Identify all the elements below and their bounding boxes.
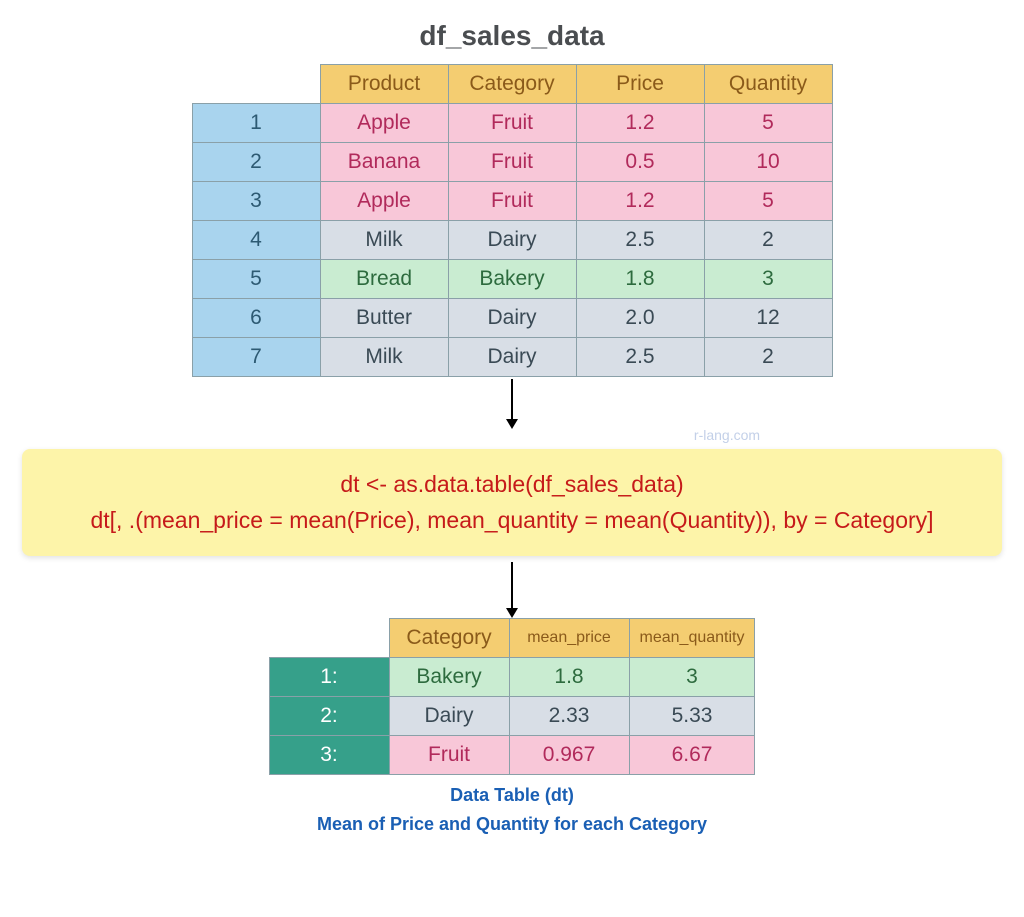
corner-blank	[192, 65, 320, 104]
cell: 2	[704, 221, 832, 260]
cell: 5	[704, 182, 832, 221]
cell: Milk	[320, 221, 448, 260]
arrow-down-icon	[502, 379, 522, 429]
cell: Dairy	[389, 697, 509, 736]
col-header: Quantity	[704, 65, 832, 104]
code-line: dt[, .(mean_price = mean(Price), mean_qu…	[42, 503, 982, 539]
cell: Fruit	[448, 104, 576, 143]
cell: 0.5	[576, 143, 704, 182]
row-index: 1	[192, 104, 320, 143]
cell: Apple	[320, 182, 448, 221]
row-index: 1:	[269, 658, 389, 697]
cell: Dairy	[448, 338, 576, 377]
cell: Fruit	[448, 143, 576, 182]
col-header: Price	[576, 65, 704, 104]
cell: 3	[629, 658, 755, 697]
cell: 5.33	[629, 697, 755, 736]
code-block: dt <- as.data.table(df_sales_data) dt[, …	[22, 449, 1002, 556]
cell: Banana	[320, 143, 448, 182]
result-data-table: Category mean_price mean_quantity 1: Bak…	[269, 618, 756, 775]
cell: 5	[704, 104, 832, 143]
row-index: 7	[192, 338, 320, 377]
cell: 1.2	[576, 182, 704, 221]
table-row: 7 Milk Dairy 2.5 2	[192, 338, 832, 377]
cell: 2	[704, 338, 832, 377]
corner-blank	[269, 619, 389, 658]
cell: Butter	[320, 299, 448, 338]
row-index: 6	[192, 299, 320, 338]
row-index: 2	[192, 143, 320, 182]
cell: Bread	[320, 260, 448, 299]
row-index: 3:	[269, 736, 389, 775]
cell: Fruit	[389, 736, 509, 775]
table-row: 5 Bread Bakery 1.8 3	[192, 260, 832, 299]
table-row: 1: Bakery 1.8 3	[269, 658, 755, 697]
table-row: 1 Apple Fruit 1.2 5	[192, 104, 832, 143]
cell: Bakery	[448, 260, 576, 299]
cell: 12	[704, 299, 832, 338]
table-row: 2: Dairy 2.33 5.33	[269, 697, 755, 736]
diagram-title: df_sales_data	[419, 20, 604, 52]
source-data-table: Product Category Price Quantity 1 Apple …	[192, 64, 833, 377]
table-row: 6 Butter Dairy 2.0 12	[192, 299, 832, 338]
col-header: Category	[389, 619, 509, 658]
cell: Dairy	[448, 221, 576, 260]
cell: Apple	[320, 104, 448, 143]
watermark-text: r-lang.com	[694, 427, 760, 443]
cell: 0.967	[509, 736, 629, 775]
cell: 2.33	[509, 697, 629, 736]
code-line: dt <- as.data.table(df_sales_data)	[42, 467, 982, 503]
table-row: 3: Fruit 0.967 6.67	[269, 736, 755, 775]
row-index: 3	[192, 182, 320, 221]
cell: 2.5	[576, 221, 704, 260]
result-subcaption: Mean of Price and Quantity for each Cate…	[317, 814, 707, 835]
cell: 1.8	[576, 260, 704, 299]
row-index: 4	[192, 221, 320, 260]
cell: 3	[704, 260, 832, 299]
row-index: 2:	[269, 697, 389, 736]
cell: 2.5	[576, 338, 704, 377]
table-row: 2 Banana Fruit 0.5 10	[192, 143, 832, 182]
cell: Bakery	[389, 658, 509, 697]
table-row: 4 Milk Dairy 2.5 2	[192, 221, 832, 260]
cell: Milk	[320, 338, 448, 377]
cell: 1.2	[576, 104, 704, 143]
col-header: mean_quantity	[629, 619, 755, 658]
col-header: Category	[448, 65, 576, 104]
cell: 1.8	[509, 658, 629, 697]
cell: Fruit	[448, 182, 576, 221]
table-row: 3 Apple Fruit 1.2 5	[192, 182, 832, 221]
cell: 10	[704, 143, 832, 182]
col-header: mean_price	[509, 619, 629, 658]
row-index: 5	[192, 260, 320, 299]
cell: Dairy	[448, 299, 576, 338]
cell: 6.67	[629, 736, 755, 775]
arrow-down-icon	[502, 562, 522, 618]
cell: 2.0	[576, 299, 704, 338]
result-caption: Data Table (dt)	[450, 785, 574, 806]
col-header: Product	[320, 65, 448, 104]
